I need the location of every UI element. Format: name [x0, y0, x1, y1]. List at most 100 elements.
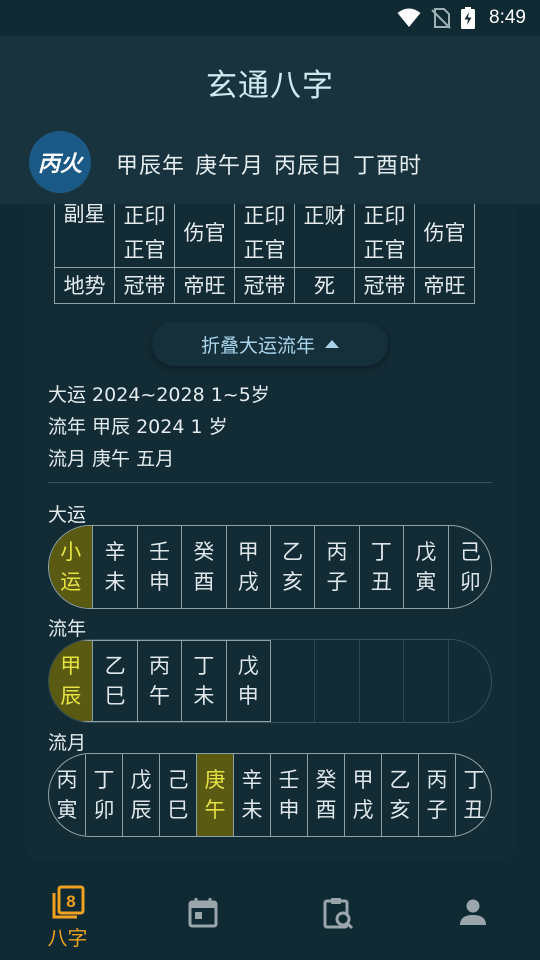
table-cell: 死	[294, 267, 355, 304]
dayun-row: 小运辛未壬申癸酉甲戌乙亥丙子丁丑戊寅己卯	[48, 525, 492, 609]
table-cell: 正印 正官	[354, 204, 415, 268]
status-time: 8:49	[489, 7, 526, 28]
row-label: 地势	[54, 267, 115, 304]
cell-char: 午	[148, 684, 170, 708]
pillars-summary: 甲辰年 庚午月 丙辰日 丁酉时	[116, 148, 422, 180]
cell-line: 正印	[363, 204, 406, 228]
cell-char: 丙	[148, 654, 170, 678]
cell-char: 未	[104, 570, 126, 594]
cell-char: 亥	[282, 570, 304, 594]
table-cell: 正印 正官	[234, 204, 295, 268]
nav-calendar[interactable]	[135, 870, 270, 960]
collapse-dayun-button[interactable]: 折叠大运流年	[152, 322, 388, 366]
cell-char: 辛	[241, 768, 263, 792]
cell-char: 酉	[315, 798, 337, 822]
table-row-dishi: 地势 冠带 帝旺 冠带 死 冠带 帝旺	[54, 267, 475, 304]
liunian-cell[interactable]: 戊申	[226, 640, 271, 722]
main-card: 副星 正印 正官 伤官 正印 正官 正财 正印 正官 伤官 地势 冠带 帝旺 冠带 死…	[24, 204, 516, 860]
liuyue-cell[interactable]: 丙子	[419, 754, 456, 836]
dayun-cell[interactable]: 壬申	[138, 526, 183, 608]
liunian-cell[interactable]: 丁未	[182, 640, 227, 722]
dayun-cell[interactable]: 己卯	[449, 526, 491, 608]
nav-profile[interactable]	[405, 870, 540, 960]
liunian-cell[interactable]: 乙巳	[93, 640, 138, 722]
cell-line: 伤官	[423, 221, 466, 245]
cell-char: 申	[278, 798, 300, 822]
cell-char: 癸	[315, 768, 337, 792]
bottom-nav: 8 八字	[0, 870, 540, 960]
cell-char: 戊	[237, 654, 259, 678]
liuyue-cell[interactable]: 丁卯	[86, 754, 123, 836]
cell-char: 子	[326, 570, 348, 594]
table-cell: 冠带	[234, 267, 295, 304]
liuyue-cell[interactable]: 甲戌	[345, 754, 382, 836]
svg-text:8: 8	[66, 892, 75, 911]
cell-char: 未	[193, 684, 215, 708]
cell-char: 卯	[93, 798, 115, 822]
dayun-cell[interactable]: 丙子	[315, 526, 360, 608]
cell-char: 辰	[130, 798, 152, 822]
cell-char: 壬	[278, 768, 300, 792]
liuyue-section-label: 流月	[48, 732, 87, 754]
cell-char: 辰	[60, 684, 82, 708]
cell-char: 寅	[56, 798, 78, 822]
nav-query[interactable]	[270, 870, 405, 960]
cell-char: 申	[148, 570, 170, 594]
liunian-row: 甲辰乙巳丙午丁未戊申	[48, 639, 492, 723]
liunian-cell	[271, 640, 316, 722]
clipboard-search-icon	[323, 898, 353, 930]
cell-char: 戌	[237, 570, 259, 594]
dayun-cell[interactable]: 小运	[49, 526, 94, 608]
no-sim-icon	[431, 8, 451, 29]
dayun-cell[interactable]: 辛未	[93, 526, 138, 608]
liuyue-cell[interactable]: 己巳	[160, 754, 197, 836]
cell-char: 未	[241, 798, 263, 822]
cell-char: 乙	[104, 654, 126, 678]
cell-char: 丁	[370, 540, 392, 564]
liuyue-cell[interactable]: 庚午	[197, 754, 234, 836]
dayun-cell[interactable]: 甲戌	[227, 526, 271, 608]
liunian-cell[interactable]: 丙午	[137, 640, 183, 722]
cell-char: 丑	[370, 570, 392, 594]
liuyue-cell[interactable]: 壬申	[271, 754, 308, 836]
cell-char: 丙	[426, 768, 448, 792]
row-label: 副星	[54, 204, 115, 268]
cell-char: 丑	[463, 798, 485, 822]
cell-line: 正官	[243, 238, 286, 262]
dayun-cell[interactable]: 丁丑	[360, 526, 405, 608]
dayun-cell[interactable]: 癸酉	[182, 526, 227, 608]
year-pillar: 甲辰年	[116, 154, 186, 179]
dayun-cell[interactable]: 乙亥	[271, 526, 316, 608]
liuyue-cell[interactable]: 癸酉	[308, 754, 345, 836]
app-title: 玄通八字	[206, 68, 334, 104]
liunian-cell	[449, 640, 491, 722]
cell-char: 午	[204, 798, 226, 822]
table-cell: 帝旺	[174, 267, 235, 304]
nav-bazi[interactable]: 8 八字	[0, 870, 135, 960]
dayun-cell[interactable]: 戊寅	[404, 526, 449, 608]
day-master-badge: 丙火	[29, 131, 91, 193]
cell-char: 辛	[104, 540, 126, 564]
liunian-info: 流年 甲辰 2024 1 岁	[48, 416, 228, 438]
liuyue-cell[interactable]: 戊辰	[123, 754, 160, 836]
liunian-cell[interactable]: 甲辰	[49, 640, 94, 722]
table-row-fuxing: 副星 正印 正官 伤官 正印 正官 正财 正印 正官 伤官	[54, 204, 475, 268]
cell-char: 巳	[104, 684, 126, 708]
cell-char: 巳	[167, 798, 189, 822]
table-cell: 伤官	[414, 204, 475, 268]
bazi-book-icon: 8	[52, 885, 84, 919]
nav-bazi-label: 八字	[47, 926, 88, 950]
cell-char: 寅	[415, 570, 437, 594]
liuyue-cell[interactable]: 丁丑	[456, 754, 491, 836]
liuyue-cell[interactable]: 辛未	[234, 754, 271, 836]
cell-line: 正官	[363, 238, 406, 262]
person-icon	[459, 899, 486, 925]
table-cell: 冠带	[114, 267, 175, 304]
liuyue-cell[interactable]: 丙寅	[49, 754, 86, 836]
cell-char: 卯	[459, 570, 481, 594]
cell-char: 亥	[389, 798, 411, 822]
cell-char: 子	[426, 798, 448, 822]
cell-line: 正印	[123, 204, 166, 228]
liuyue-cell[interactable]: 乙亥	[382, 754, 419, 836]
cell-char: 酉	[193, 570, 215, 594]
